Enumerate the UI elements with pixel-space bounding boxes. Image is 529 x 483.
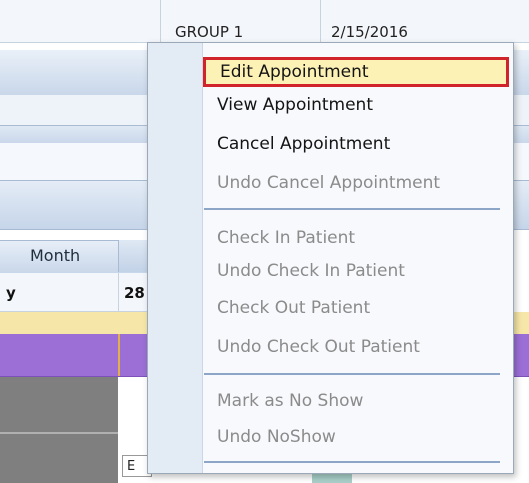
- month-view-button[interactable]: Month: [30, 246, 80, 265]
- menu-item-undo-check-out-patient[interactable]: Undo Check Out Patient: [203, 332, 509, 362]
- date-value: 2/15/2016: [331, 23, 408, 41]
- group-value: GROUP 1: [175, 23, 244, 41]
- day-header-28: 28: [124, 284, 145, 302]
- grey-slot-block: [0, 377, 118, 483]
- menu-item-check-out-patient[interactable]: Check Out Patient: [203, 293, 509, 323]
- day-divider: [118, 273, 119, 311]
- menu-icon-gutter: [148, 43, 203, 473]
- grey-slot-divider: [0, 432, 118, 434]
- menu-separator-1: [204, 208, 500, 210]
- menu-item-view-appointment[interactable]: View Appointment: [203, 90, 509, 120]
- menu-separator-3: [204, 461, 500, 463]
- menu-item-undo-check-in-patient[interactable]: Undo Check In Patient: [203, 256, 509, 286]
- menu-item-undo-cancel-appointment[interactable]: Undo Cancel Appointment: [203, 168, 509, 198]
- purple-block-divider: [118, 334, 120, 376]
- appointment-context-menu: Edit Appointment View Appointment Cancel…: [147, 42, 514, 474]
- menu-item-edit-appointment[interactable]: Edit Appointment: [203, 57, 509, 87]
- group-cell[interactable]: GROUP 1: [160, 0, 321, 42]
- menu-item-mark-no-show[interactable]: Mark as No Show: [203, 386, 509, 416]
- day-header-left: y: [6, 284, 16, 302]
- date-cell[interactable]: 2/15/2016: [320, 0, 529, 42]
- grid-header-row: GROUP 1 2/15/2016: [0, 0, 529, 43]
- menu-item-check-in-patient[interactable]: Check In Patient: [203, 223, 509, 253]
- menu-separator-2: [204, 373, 500, 375]
- menu-item-undo-noshow[interactable]: Undo NoShow: [203, 422, 509, 452]
- menu-item-cancel-appointment[interactable]: Cancel Appointment: [203, 129, 509, 159]
